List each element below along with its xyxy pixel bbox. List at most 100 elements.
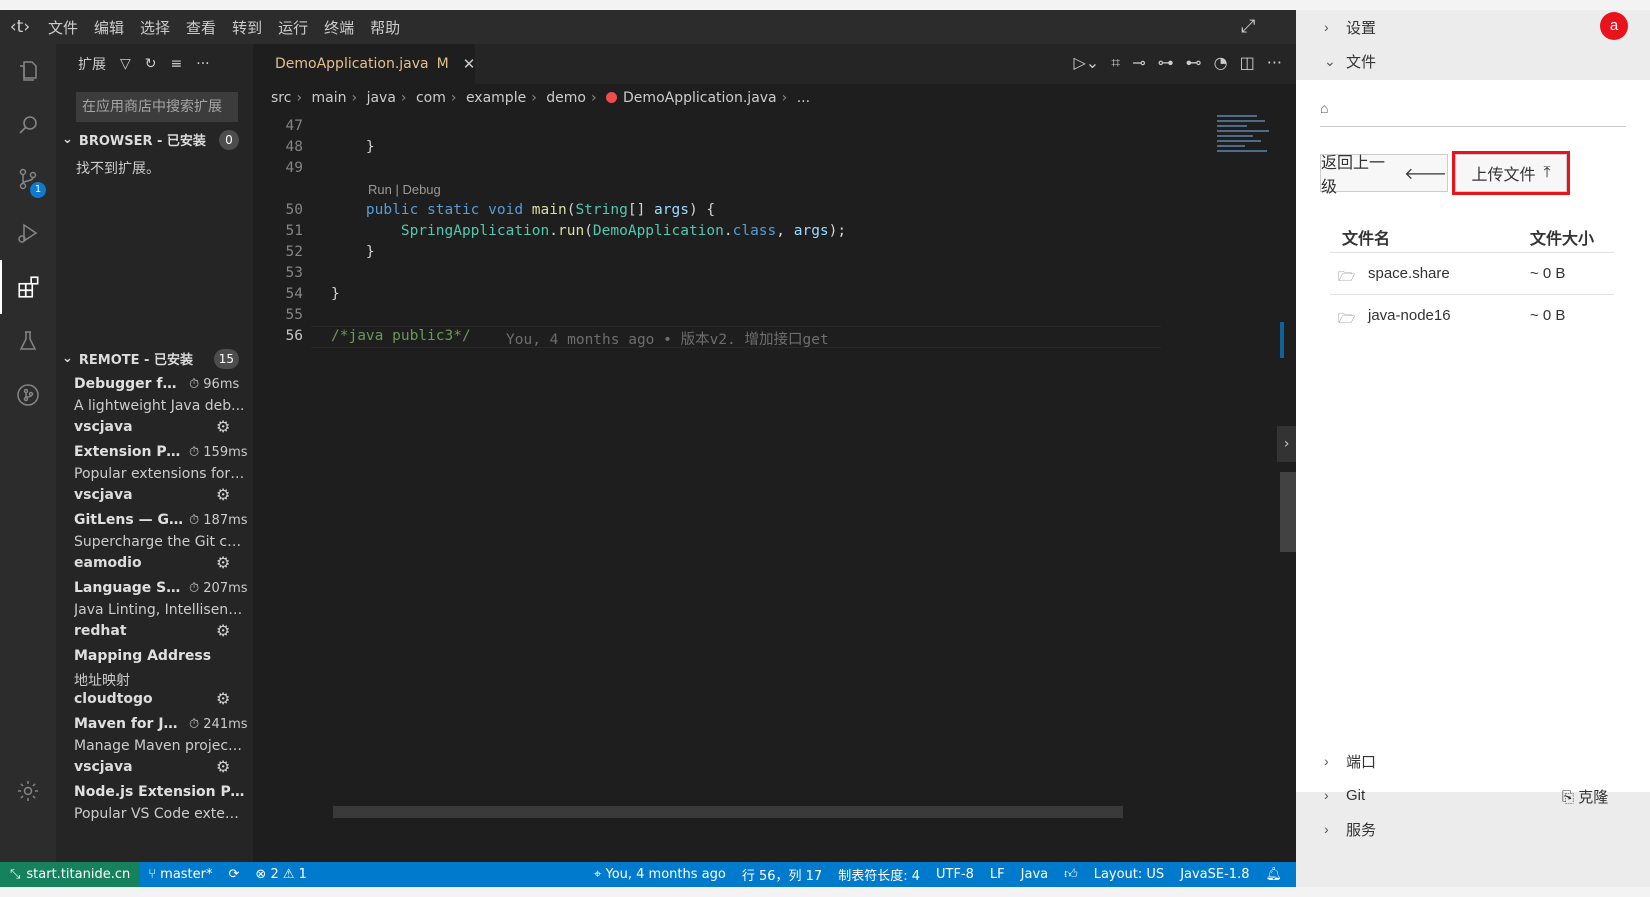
- jdk-version[interactable]: JavaSE-1.8: [1172, 867, 1257, 882]
- settings-gear-icon[interactable]: [0, 764, 56, 818]
- menu-terminal[interactable]: 终端: [316, 17, 362, 38]
- more-actions-icon[interactable]: ···: [196, 56, 209, 72]
- debug-icon[interactable]: ⌗: [1111, 53, 1120, 73]
- clone-button[interactable]: ⎘ 克隆: [1562, 786, 1608, 807]
- remote-indicator[interactable]: ⤡ start.titanide.cn: [0, 862, 141, 887]
- horizontal-scrollbar[interactable]: [333, 806, 1123, 818]
- clone-icon: ⎘: [1562, 789, 1575, 806]
- breadcrumb-item[interactable]: src: [271, 90, 291, 106]
- end-of-line[interactable]: LF: [982, 867, 1013, 882]
- minimap[interactable]: [1213, 112, 1278, 182]
- fullscreen-icon[interactable]: ⤢: [1241, 16, 1255, 37]
- sync-icon[interactable]: ⟳: [221, 867, 248, 882]
- vertical-scrollbar[interactable]: [1280, 472, 1296, 552]
- encoding[interactable]: UTF-8: [928, 867, 982, 882]
- extension-publisher: cloudtogo: [74, 691, 153, 707]
- menu-file[interactable]: 文件: [40, 17, 86, 38]
- list-item[interactable]: Extension Pa... ⏱ 159ms Popular extensio…: [56, 442, 253, 512]
- blame-status[interactable]: ⌖ You, 4 months ago: [586, 867, 734, 882]
- inline-git-blame: You, 4 months ago • 版本v2. 增加接口get: [506, 332, 829, 348]
- upload-file-button[interactable]: 上传文件 ⤒: [1452, 151, 1570, 195]
- ports-section-header[interactable]: › 端口: [1296, 744, 1650, 778]
- list-item[interactable]: Mapping Address 地址映射 cloudtogo ⚙: [56, 646, 253, 716]
- more-actions-icon[interactable]: ···: [1267, 53, 1282, 73]
- menu-selection[interactable]: 选择: [132, 17, 178, 38]
- branch-indicator[interactable]: ⑂ master*: [140, 867, 220, 882]
- remote-icon: ⤡: [10, 867, 21, 882]
- run-debug-icon[interactable]: [0, 206, 56, 260]
- activation-time: ⏱ 96ms: [189, 377, 240, 392]
- problems-indicator[interactable]: ⊗ 2 ⚠ 1: [247, 867, 315, 882]
- manage-gear-icon[interactable]: ⚙: [216, 553, 230, 572]
- manage-gear-icon[interactable]: ⚙: [216, 485, 230, 504]
- menu-edit[interactable]: 编辑: [86, 17, 132, 38]
- chevron-right-icon[interactable]: ›: [1277, 426, 1296, 462]
- code-line: }: [331, 139, 375, 155]
- table-row[interactable]: 🗁 java-node16 ~ 0 B: [1330, 296, 1614, 336]
- avatar[interactable]: a: [1600, 12, 1628, 40]
- keyboard-layout[interactable]: Layout: US: [1086, 867, 1172, 882]
- menu-view[interactable]: 查看: [178, 17, 224, 38]
- feedback-icon[interactable]: 👍︎: [1056, 867, 1086, 882]
- services-section-header[interactable]: › 服务: [1296, 812, 1650, 846]
- cursor-position[interactable]: 行 56，列 17: [734, 865, 830, 884]
- git-graph-icon[interactable]: [0, 368, 56, 422]
- menu-go[interactable]: 转到: [224, 17, 270, 38]
- manage-gear-icon[interactable]: ⚙: [216, 689, 230, 708]
- manage-gear-icon[interactable]: ⚙: [216, 417, 230, 436]
- indentation[interactable]: 制表符长度: 4: [830, 865, 928, 884]
- source-control-icon[interactable]: 1: [0, 152, 56, 206]
- filter-icon[interactable]: ▽: [120, 56, 131, 72]
- app-logo-icon: ‹t›: [9, 17, 31, 37]
- bell-icon[interactable]: 🔔︎: [1257, 867, 1296, 882]
- code-line: public static void main(String[] args) {: [365, 202, 716, 218]
- extension-search-input[interactable]: 在应用商店中搜索扩展: [76, 92, 238, 122]
- git-prev-icon[interactable]: ⊶: [1158, 53, 1174, 73]
- language-mode[interactable]: Java: [1013, 867, 1056, 882]
- remote-installed-section[interactable]: ⌄ REMOTE - 已安装 15: [56, 345, 253, 371]
- settings-section-header[interactable]: › 设置: [1296, 10, 1650, 44]
- list-item[interactable]: GitLens — Gi... ⏱ 187ms Supercharge the …: [56, 510, 253, 580]
- home-icon[interactable]: ⌂: [1320, 100, 1328, 116]
- refresh-icon[interactable]: ↻: [145, 56, 157, 72]
- browser-count-badge: 0: [219, 130, 239, 150]
- split-editor-icon[interactable]: ◫: [1240, 53, 1255, 73]
- git-compare-icon[interactable]: ⊸: [1132, 53, 1145, 73]
- menu-help[interactable]: 帮助: [362, 17, 408, 38]
- go-up-button[interactable]: 返回上一级 🡐: [1320, 154, 1448, 196]
- browser-installed-section[interactable]: ⌄ BROWSER - 已安装 0: [56, 126, 253, 152]
- codelens-run-debug[interactable]: Run | Debug: [368, 182, 441, 197]
- search-icon[interactable]: [0, 98, 56, 152]
- breadcrumb-item[interactable]: java: [367, 90, 396, 106]
- breadcrumb-item[interactable]: DemoApplication.java: [623, 90, 777, 106]
- manage-gear-icon[interactable]: ⚙: [216, 621, 230, 640]
- timeline-icon[interactable]: ◔: [1214, 53, 1228, 73]
- list-item[interactable]: Maven for Ja... ⏱ 241ms Manage Maven pro…: [56, 714, 253, 784]
- code-editor[interactable]: 47 48 } 49 Run | Debug 50 public static …: [253, 112, 1296, 862]
- extensions-sidebar: 扩展 ▽ ↻ ≡ ··· 在应用商店中搜索扩展 ⌄ BROWSER - 已安装 …: [56, 44, 253, 862]
- testing-icon[interactable]: [0, 314, 56, 368]
- breadcrumb-item[interactable]: com: [416, 90, 446, 106]
- code-line: }: [331, 244, 375, 260]
- list-item[interactable]: Node.js Extension Pack Popular VS Code e…: [56, 782, 253, 852]
- run-icon[interactable]: ▷⌄: [1074, 53, 1100, 73]
- list-item[interactable]: Debugger for ... ⏱ 96ms A lightweight Ja…: [56, 374, 253, 444]
- breadcrumb-item[interactable]: example: [466, 90, 526, 106]
- list-item[interactable]: Language Su... ⏱ 207ms Java Linting, Int…: [56, 578, 253, 648]
- close-icon[interactable]: ✕: [463, 55, 476, 73]
- breadcrumb-item[interactable]: main: [312, 90, 347, 106]
- breadcrumb-item[interactable]: ...: [797, 90, 810, 106]
- files-section-header[interactable]: ⌄ 文件: [1296, 44, 1650, 78]
- explorer-icon[interactable]: [0, 44, 56, 98]
- breadcrumb-item[interactable]: demo: [546, 90, 586, 106]
- extensions-icon[interactable]: [0, 260, 56, 314]
- git-label: Git: [1346, 786, 1366, 804]
- table-row[interactable]: 🗁 space.share ~ 0 B: [1330, 254, 1614, 294]
- manage-gear-icon[interactable]: ⚙: [216, 757, 230, 776]
- chevron-right-icon: ›: [1324, 787, 1329, 803]
- git-next-icon[interactable]: ⊷: [1186, 53, 1202, 73]
- menu-run[interactable]: 运行: [270, 17, 316, 38]
- git-section-header[interactable]: › Git ⎘ 克隆: [1296, 778, 1650, 812]
- clear-list-icon[interactable]: ≡: [171, 56, 183, 72]
- editor-tab[interactable]: DemoApplication.java M ✕: [253, 44, 475, 84]
